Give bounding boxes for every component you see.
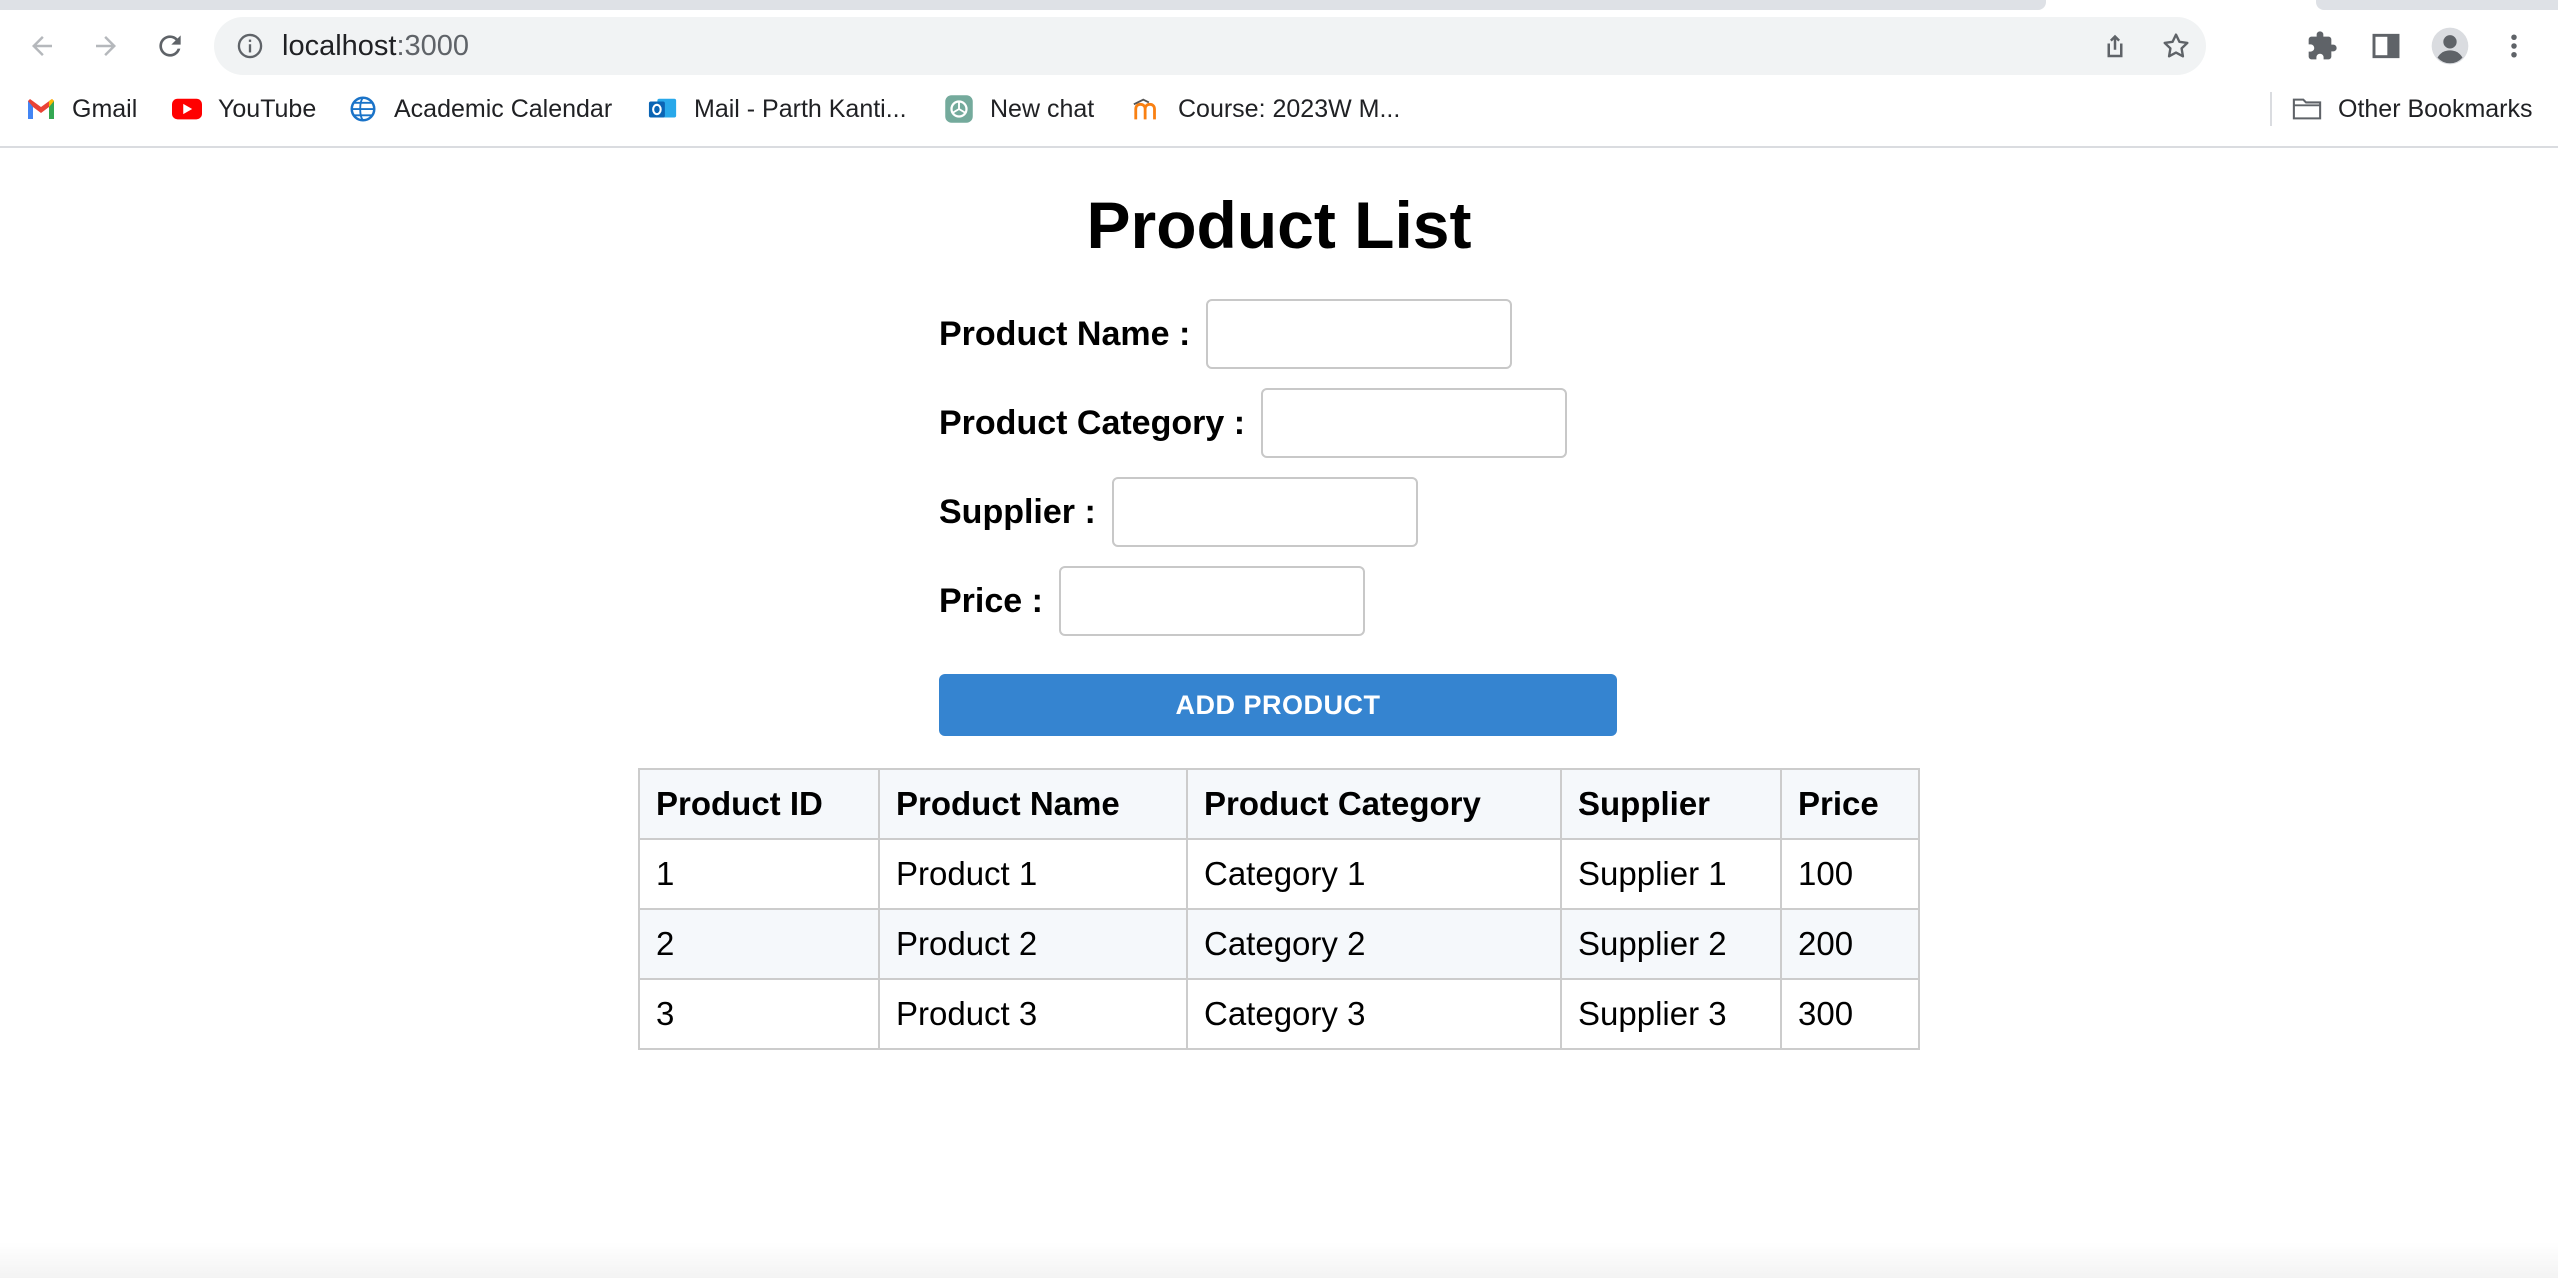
tab-strip (0, 0, 2558, 10)
price-label: Price : (939, 581, 1043, 620)
bookmark-gmail[interactable]: Gmail (26, 82, 137, 136)
share-icon[interactable] (2100, 31, 2130, 61)
product-name-label: Product Name : (939, 314, 1191, 353)
avatar-icon (2431, 27, 2469, 65)
cell-supplier: Supplier 2 (1560, 908, 1782, 980)
cell-product-category: Category 3 (1186, 978, 1562, 1050)
cell-product-category: Category 2 (1186, 908, 1562, 980)
product-name-row: Product Name : (939, 297, 1513, 371)
supplier-row: Supplier : (939, 475, 1418, 549)
bookmark-label: Academic Calendar (394, 94, 613, 123)
page-title: Product List (1086, 188, 1472, 262)
cell-product-id: 3 (638, 978, 880, 1050)
bookmark-label: New chat (990, 94, 1095, 123)
cell-price: 100 (1780, 838, 1920, 910)
tab-strip-background-right (2316, 0, 2558, 10)
bottom-shadow (0, 1242, 2558, 1278)
folder-icon (2292, 94, 2322, 124)
header-product-name: Product Name (878, 768, 1188, 840)
product-category-input[interactable] (1261, 388, 1568, 458)
product-table: Product ID Product Name Product Category… (638, 768, 1920, 1050)
cell-product-category: Category 1 (1186, 838, 1562, 910)
forward-button[interactable] (84, 24, 128, 68)
moodle-icon (1132, 94, 1162, 124)
side-panel-button[interactable] (2364, 24, 2408, 68)
outlook-icon (648, 94, 678, 124)
url-port: :3000 (396, 30, 470, 62)
cell-product-name: Product 1 (878, 838, 1188, 910)
other-bookmarks[interactable]: Other Bookmarks (2292, 82, 2533, 136)
bookmark-label: Course: 2023W M... (1178, 94, 1401, 123)
cell-supplier: Supplier 3 (1560, 978, 1782, 1050)
tab-strip-background (0, 0, 2046, 10)
youtube-icon (172, 94, 202, 124)
bookmark-course[interactable]: Course: 2023W M... (1132, 82, 1400, 136)
arrow-right-icon (96, 36, 116, 56)
browser-toolbar: localhost:3000 (0, 10, 2558, 82)
bookmark-label: YouTube (218, 94, 317, 123)
table-header-row: Product ID Product Name Product Category… (638, 768, 1920, 840)
header-product-id: Product ID (638, 768, 880, 840)
cell-product-id: 1 (638, 838, 880, 910)
address-bar[interactable]: localhost:3000 (214, 17, 2206, 75)
bookmark-academic-calendar[interactable]: Academic Calendar (348, 82, 612, 136)
side-panel-icon (2372, 33, 2400, 59)
table-row: 3 Product 3 Category 3 Supplier 3 300 (638, 978, 1920, 1050)
url-host: localhost (282, 30, 397, 62)
header-supplier: Supplier (1560, 768, 1782, 840)
profile-button[interactable] (2428, 24, 2472, 68)
bookmarks-bar: Gmail YouTube Academic Calendar Mail - P… (0, 82, 2558, 148)
supplier-label: Supplier : (939, 492, 1096, 531)
chatgpt-icon (944, 94, 974, 124)
cell-product-name: Product 2 (878, 908, 1188, 980)
browser-menu-button[interactable] (2492, 24, 2536, 68)
arrow-left-icon (32, 36, 52, 56)
bookmark-youtube[interactable]: YouTube (172, 82, 316, 136)
star-icon[interactable] (2160, 30, 2192, 62)
product-category-row: Product Category : (939, 386, 1568, 460)
supplier-input[interactable] (1111, 477, 1418, 547)
reload-icon (159, 35, 181, 57)
page-content: Product List Product Name : Product Cate… (0, 148, 2558, 1278)
price-row: Price : (939, 564, 1365, 638)
kebab-menu-icon (2511, 34, 2517, 58)
info-icon[interactable] (236, 32, 264, 60)
reload-button[interactable] (148, 24, 192, 68)
bookmark-mail[interactable]: Mail - Parth Kanti... (648, 82, 907, 136)
bookmark-label: Gmail (72, 94, 138, 123)
gmail-icon (26, 94, 56, 124)
cell-price: 300 (1780, 978, 1920, 1050)
add-product-button[interactable]: ADD PRODUCT (939, 674, 1617, 736)
cell-price: 200 (1780, 908, 1920, 980)
cell-product-name: Product 3 (878, 978, 1188, 1050)
product-category-label: Product Category : (939, 403, 1246, 442)
other-bookmarks-label: Other Bookmarks (2338, 94, 2533, 123)
cell-product-id: 2 (638, 908, 880, 980)
table-row: 1 Product 1 Category 1 Supplier 1 100 (638, 838, 1920, 910)
header-product-category: Product Category (1186, 768, 1562, 840)
calendar-globe-icon (348, 94, 378, 124)
extensions-button[interactable] (2300, 24, 2344, 68)
bookmarks-separator (2270, 92, 2272, 126)
product-name-input[interactable] (1206, 299, 1513, 369)
bookmark-new-chat[interactable]: New chat (944, 82, 1094, 136)
puzzle-icon (2308, 31, 2337, 60)
url-text[interactable]: localhost:3000 (282, 17, 469, 75)
price-input[interactable] (1058, 566, 1365, 636)
header-price: Price (1780, 768, 1920, 840)
table-row: 2 Product 2 Category 2 Supplier 2 200 (638, 908, 1920, 980)
back-button[interactable] (20, 24, 64, 68)
bookmark-label: Mail - Parth Kanti... (694, 94, 907, 123)
cell-supplier: Supplier 1 (1560, 838, 1782, 910)
